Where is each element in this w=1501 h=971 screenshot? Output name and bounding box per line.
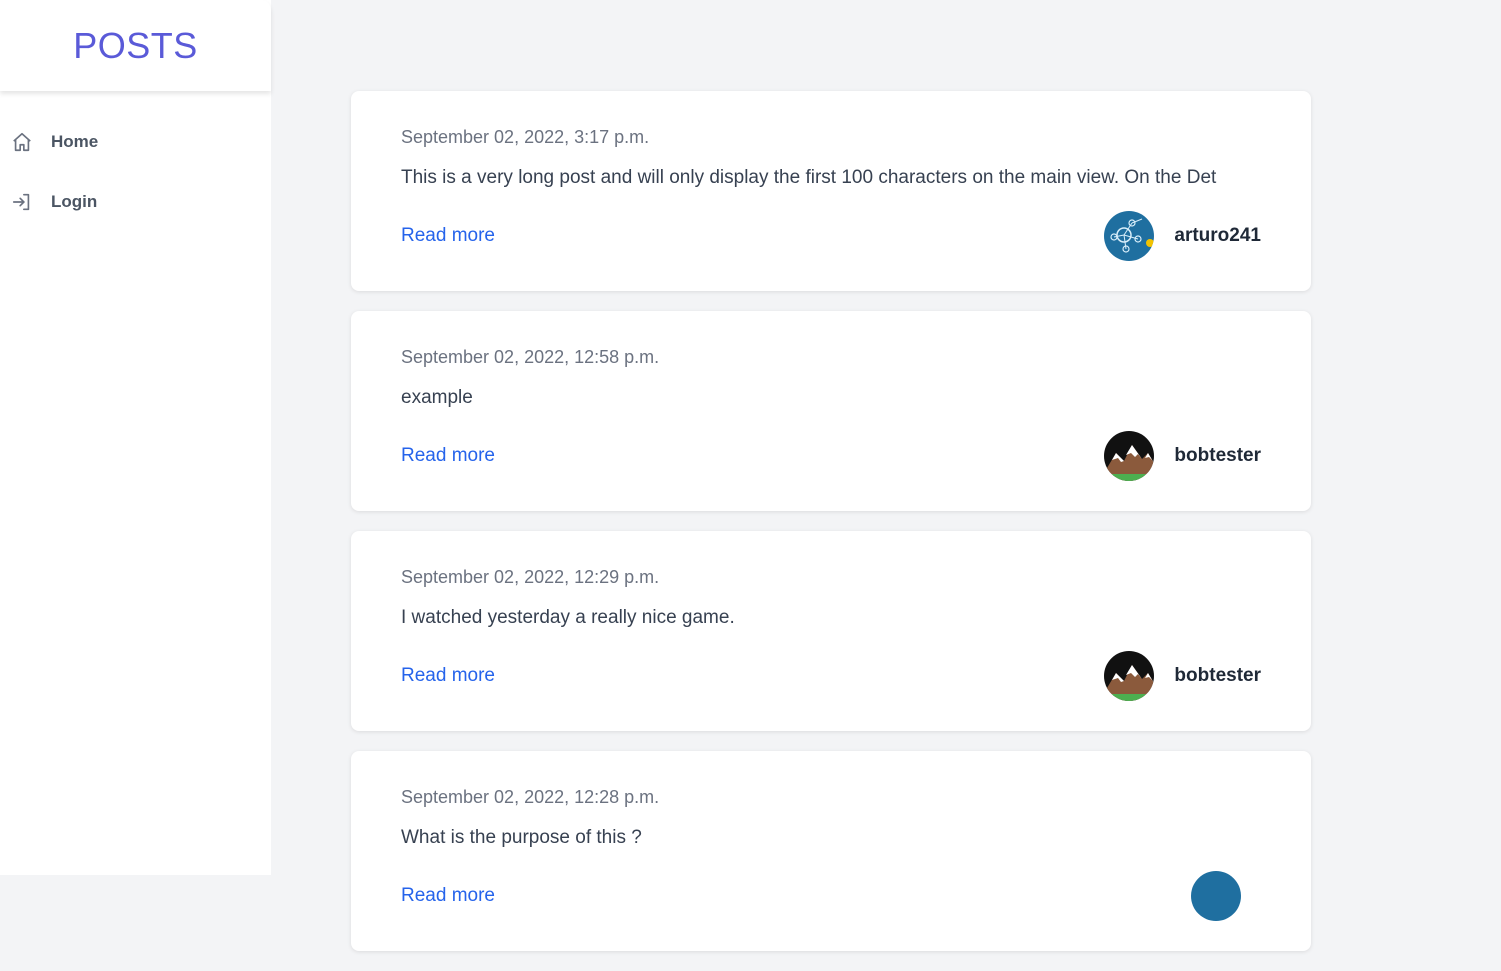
post-date: September 02, 2022, 12:28 p.m. (401, 787, 660, 807)
post-excerpt: example (401, 387, 473, 408)
home-icon (11, 131, 33, 153)
post-footer: Read more (401, 211, 1261, 261)
network-avatar (1191, 871, 1241, 921)
read-more-link[interactable]: Read more (401, 225, 495, 247)
network-avatar (1104, 211, 1155, 261)
post-date: September 02, 2022, 3:17 p.m. (401, 127, 650, 147)
post-footer: Read more (401, 871, 1261, 921)
sidebar-item-login[interactable]: Login (0, 172, 271, 232)
sidebar-nav: Home Login (0, 91, 271, 232)
read-more-link[interactable]: Read more (401, 885, 495, 907)
post-excerpt: What is the purpose of this ? (401, 827, 642, 848)
post-list: September 02, 2022, 3:17 p.m. This is a … (351, 91, 1311, 971)
sidebar-item-label: Home (51, 132, 99, 151)
post-card: September 02, 2022, 12:58 p.m. example R… (351, 311, 1311, 511)
post-excerpt: This is a very long post and will only d… (401, 167, 1217, 188)
post-author[interactable]: bobtester (1104, 651, 1261, 701)
mountain-avatar (1104, 431, 1155, 481)
post-excerpt: I watched yesterday a really nice game. (401, 607, 735, 628)
post-footer: Read more bobtester (401, 431, 1261, 481)
author-name: bobtester (1174, 445, 1261, 466)
sidebar-item-home[interactable]: Home (0, 112, 271, 172)
post-card: September 02, 2022, 12:28 p.m. What is t… (351, 751, 1311, 951)
mountain-avatar (1104, 651, 1155, 701)
sidebar-item-label: Login (51, 192, 98, 211)
author-name: bobtester (1174, 665, 1261, 686)
post-card: September 02, 2022, 3:17 p.m. This is a … (351, 91, 1311, 291)
author-name: arturo241 (1174, 225, 1261, 246)
login-icon (11, 191, 33, 213)
post-footer: Read more bobtester (401, 651, 1261, 701)
post-author[interactable] (1191, 871, 1261, 921)
post-date: September 02, 2022, 12:58 p.m. (401, 347, 660, 367)
post-author[interactable]: arturo241 (1104, 211, 1261, 261)
read-more-link[interactable]: Read more (401, 445, 495, 467)
sidebar: POSTS Home Login (0, 0, 271, 875)
brand-title: POSTS (0, 0, 271, 91)
read-more-link[interactable]: Read more (401, 665, 495, 687)
post-date: September 02, 2022, 12:29 p.m. (401, 567, 660, 587)
post-card: September 02, 2022, 12:29 p.m. I watched… (351, 531, 1311, 731)
post-author[interactable]: bobtester (1104, 431, 1261, 481)
